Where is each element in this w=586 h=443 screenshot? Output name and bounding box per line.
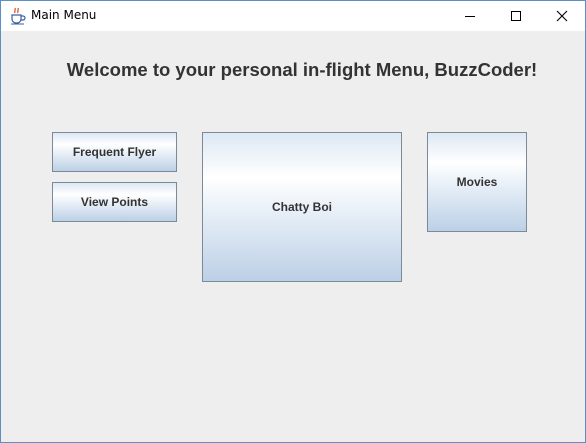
close-button[interactable]: [539, 1, 585, 31]
maximize-icon: [510, 7, 522, 26]
close-icon: [556, 7, 568, 26]
title-bar[interactable]: Main Menu: [1, 1, 585, 31]
content-pane: Welcome to your personal in-flight Menu,…: [1, 31, 585, 442]
frequent-flyer-button[interactable]: Frequent Flyer: [52, 132, 177, 172]
minimize-icon: [464, 7, 476, 26]
movies-button[interactable]: Movies: [427, 132, 527, 232]
minimize-button[interactable]: [447, 1, 493, 31]
window-title: Main Menu: [31, 8, 97, 22]
welcome-heading: Welcome to your personal in-flight Menu,…: [66, 59, 538, 80]
java-coffee-cup-icon: [9, 7, 27, 25]
maximize-button[interactable]: [493, 1, 539, 31]
view-points-button[interactable]: View Points: [52, 182, 177, 222]
main-menu-window: Main Menu Welcome to your personal in-fl…: [0, 0, 586, 443]
chatty-boi-button[interactable]: Chatty Boi: [202, 132, 402, 282]
